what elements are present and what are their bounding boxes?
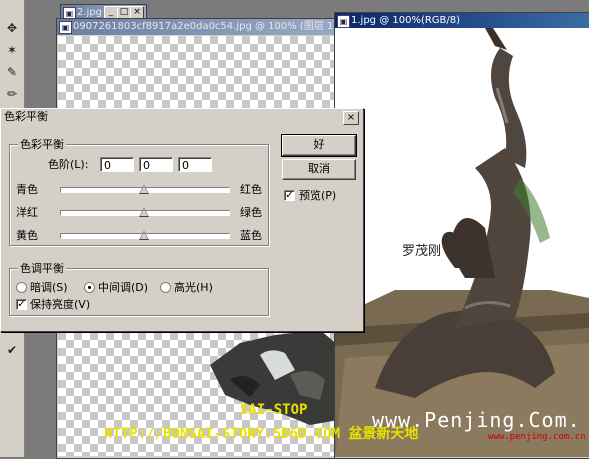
preview-label[interactable]: 预览(P)	[299, 189, 336, 202]
penjing-small-url: www.penjing.com.cn	[488, 432, 586, 442]
cyan-red-slider-thumb[interactable]	[139, 185, 149, 194]
bonsai-illustration	[335, 28, 589, 457]
brush-icon[interactable]: ✎	[2, 62, 22, 82]
color-balance-legend: 色彩平衡	[18, 138, 66, 151]
green-label: 绿色	[240, 206, 262, 219]
document-title-mid[interactable]: ▣ 0907261803cf8917a2e0da0c54.jpg @ 100% …	[57, 19, 339, 35]
sai-stop-watermark: SAI-STOP	[240, 402, 308, 418]
penjing-watermark: www.Penjing.Com.	[372, 408, 581, 432]
tone-balance-legend: 色调平衡	[18, 262, 66, 275]
document-title-text: 1.jpg @ 100%(RGB/8)	[351, 15, 461, 26]
magenta-green-slider-thumb[interactable]	[139, 208, 149, 217]
dialog-title: 色彩平衡	[4, 110, 48, 123]
highlights-radio[interactable]	[160, 282, 171, 293]
shadows-label[interactable]: 暗调(S)	[30, 281, 68, 294]
blue-label: 蓝色	[240, 229, 262, 242]
document-icon: ▣	[337, 15, 350, 28]
dialog-title-bar[interactable]: 色彩平衡	[1, 109, 363, 125]
cyan-label: 青色	[16, 183, 38, 196]
preview-checkbox[interactable]: ✓	[284, 190, 295, 201]
color-balance-dialog: 色彩平衡 × 色彩平衡 色阶(L): 0 0 0 青色 红色 洋红 绿色 黄色 …	[0, 108, 364, 332]
midtones-radio[interactable]	[84, 282, 95, 293]
document-title-text: 0907261803cf8917a2e0da0c54.jpg @ 100% (图…	[73, 21, 339, 32]
dialog-close-button[interactable]: ×	[343, 111, 359, 125]
level-input-1[interactable]: 0	[100, 157, 134, 172]
shadows-radio[interactable]	[16, 282, 27, 293]
dodge-icon[interactable]: ✔	[2, 340, 22, 360]
magenta-label: 洋红	[16, 206, 38, 219]
preserve-luminosity-label[interactable]: 保持亮度(V)	[30, 298, 90, 311]
move-icon[interactable]: ✥	[2, 18, 22, 38]
yellow-blue-slider-thumb[interactable]	[139, 231, 149, 240]
midtones-label[interactable]: 中间调(D)	[98, 281, 148, 294]
color-balance-group: 色彩平衡 色阶(L): 0 0 0 青色 红色 洋红 绿色 黄色 蓝色	[9, 138, 269, 246]
ok-button[interactable]: 好	[281, 134, 357, 157]
tone-balance-group: 色调平衡 暗调(S) 中间调(D) 高光(H) ✓ 保持亮度(V)	[9, 262, 269, 316]
artist-signature: 罗茂刚	[402, 244, 442, 259]
level-input-2[interactable]: 0	[139, 157, 173, 172]
level-input-3[interactable]: 0	[178, 157, 212, 172]
cancel-button[interactable]: 取消	[282, 159, 356, 180]
levels-label: 色阶(L):	[48, 158, 89, 171]
preserve-luminosity-checkbox[interactable]: ✓	[16, 299, 27, 310]
yellow-label: 黄色	[16, 229, 38, 242]
highlights-label[interactable]: 高光(H)	[174, 281, 213, 294]
pencil-icon[interactable]: ✏	[2, 84, 22, 104]
document-icon: ▣	[59, 21, 72, 34]
red-label: 红色	[240, 183, 262, 196]
bonsai-photo[interactable]	[335, 28, 589, 457]
document-title-main[interactable]: ▣ 1.jpg @ 100%(RGB/8)	[335, 13, 589, 29]
magic-wand-icon[interactable]: ✶	[2, 40, 22, 60]
